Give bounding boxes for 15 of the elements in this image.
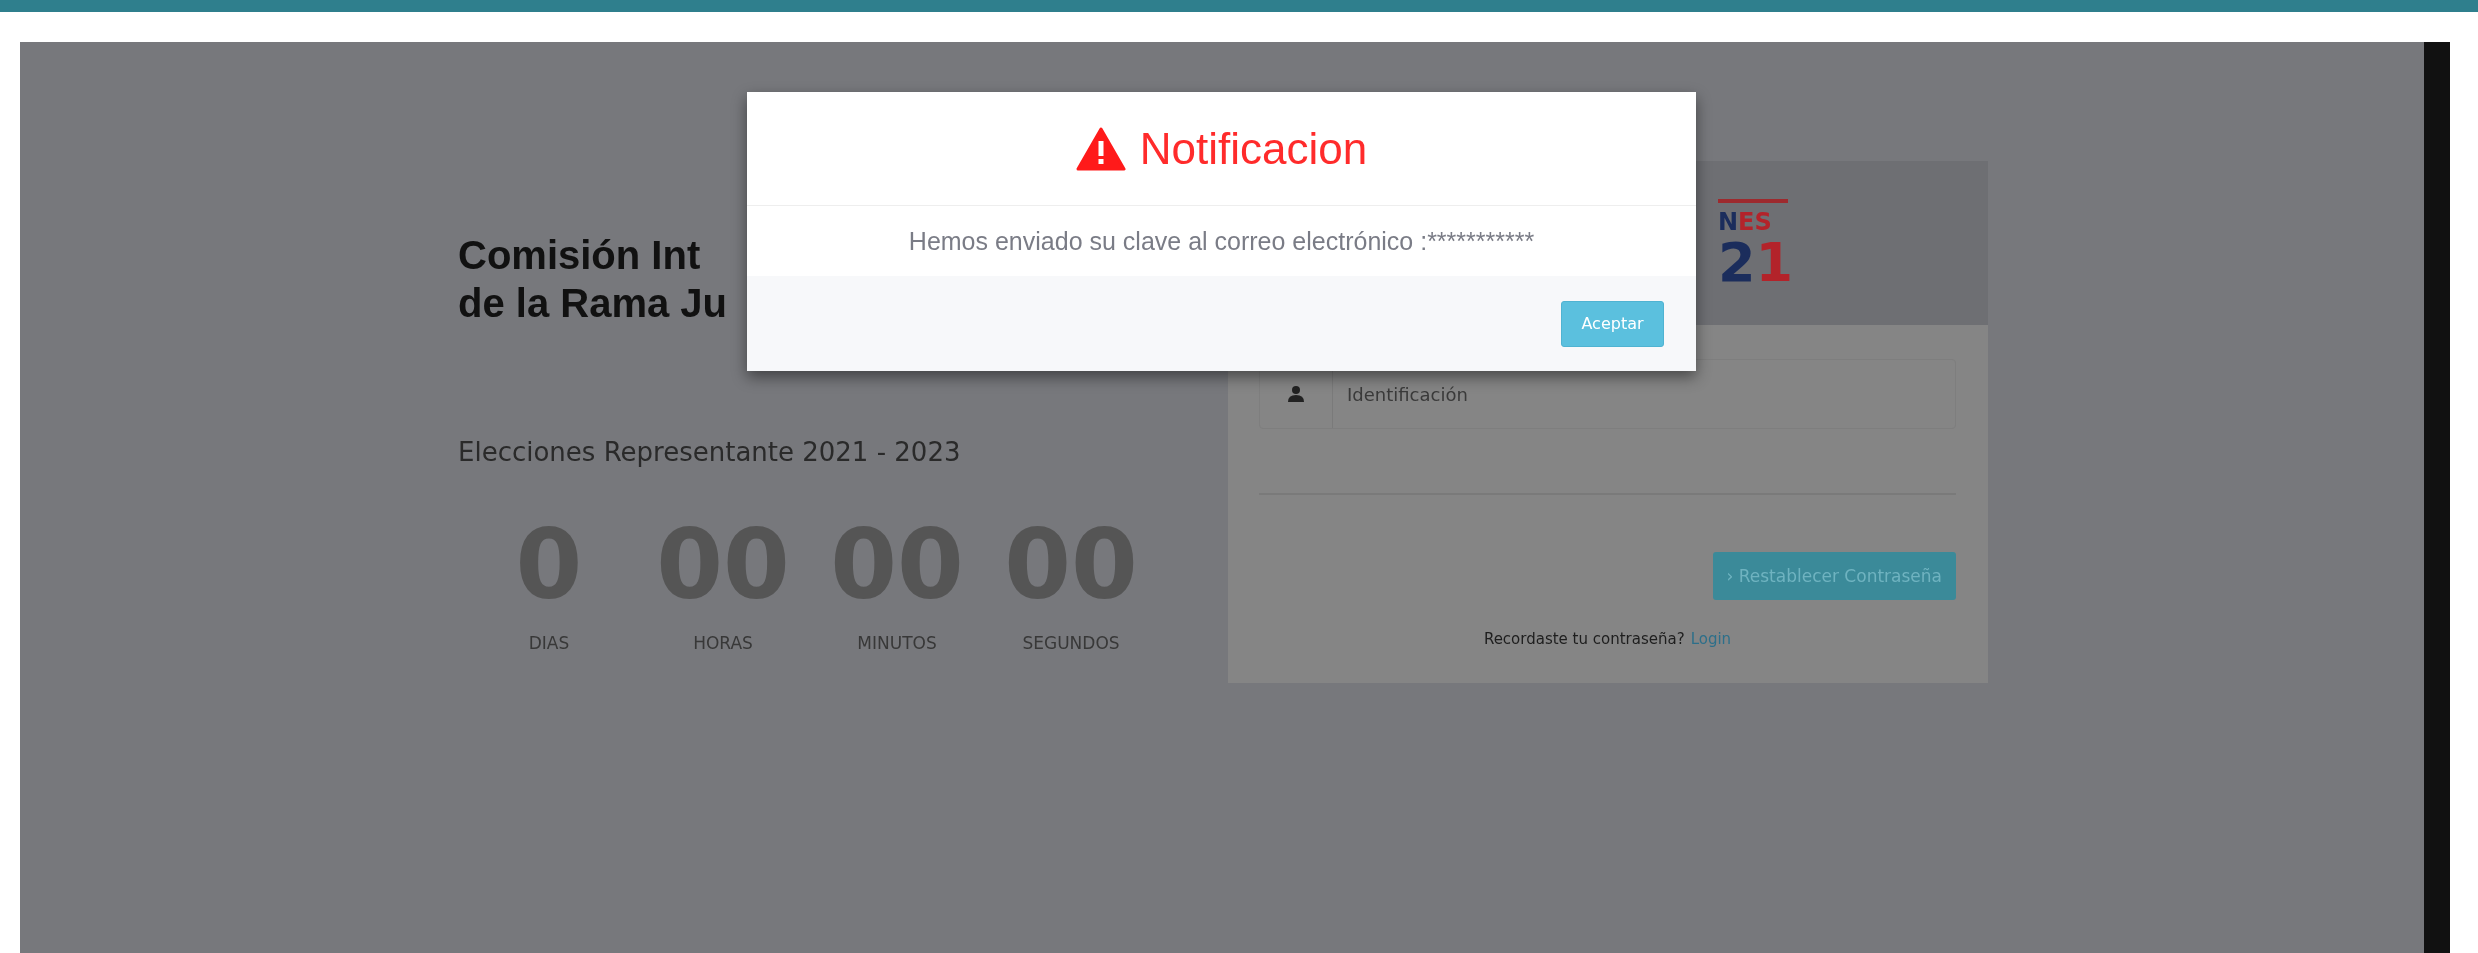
warning-icon <box>1075 126 1126 171</box>
countdown-unit: SEGUNDOS <box>1022 633 1120 653</box>
remember-text: Recordaste tu contraseña? <box>1483 630 1685 648</box>
user-icon <box>1287 385 1305 403</box>
logo: NES 21 <box>1718 199 1794 291</box>
page-heading: de la Rama Ju <box>458 280 727 327</box>
login-link[interactable]: Login <box>1690 630 1732 648</box>
dialog-title: Notificacion <box>1139 123 1368 174</box>
election-subtitle: Elecciones Representante 2021 - 2023 <box>458 437 961 467</box>
countdown-unit: DIAS <box>528 633 570 653</box>
accept-button[interactable]: Aceptar <box>1561 300 1664 347</box>
page-heading: Comisión Int <box>458 232 701 279</box>
dialog-message: Hemos enviado su clave al correo electrónico :*********** <box>908 226 1535 256</box>
countdown-unit: MINUTOS <box>857 633 937 653</box>
countdown-unit: HORAS <box>693 633 753 653</box>
